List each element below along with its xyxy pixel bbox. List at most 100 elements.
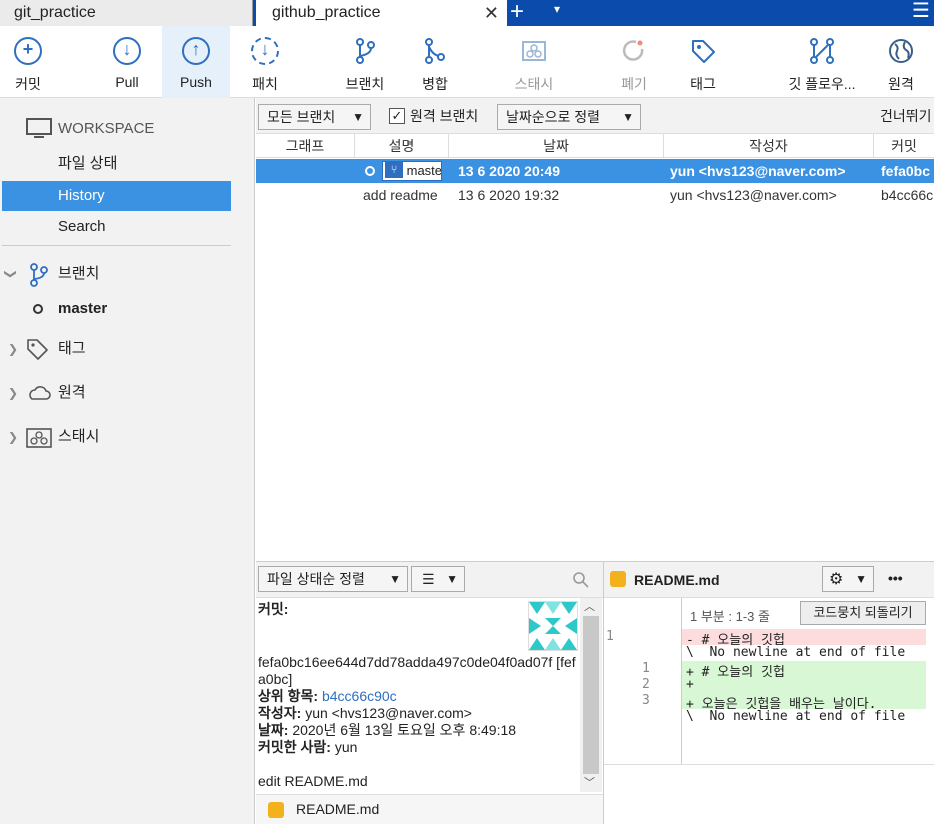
plus-circle-icon: + bbox=[14, 37, 42, 65]
commit-info: 커밋: fefa0bc16ee644d7dd78adda497c0de04f0a… bbox=[256, 598, 580, 792]
date-line: 날짜: 2020년 6월 13일 토요일 오후 8:49:18 bbox=[258, 722, 516, 739]
sidebar-section-label: 태그 bbox=[58, 340, 86, 357]
push-button[interactable]: ↑ Push bbox=[162, 26, 230, 98]
diff-line-added: 2 + bbox=[604, 677, 934, 693]
chevron-right-icon: ❯ bbox=[8, 342, 19, 356]
diff-settings-dropdown[interactable]: ⚙ ▼ bbox=[822, 566, 874, 592]
column-header-description[interactable]: 설명 bbox=[355, 134, 449, 158]
hunk-range: 1 부분 : 1-3 줄 bbox=[690, 609, 770, 624]
pull-button[interactable]: ↓ Pull bbox=[98, 26, 156, 98]
head-marker-icon bbox=[365, 166, 375, 176]
remote-branches-checkbox[interactable]: ✓ bbox=[389, 108, 405, 124]
committer-label: 커밋한 사람: bbox=[258, 739, 331, 755]
tag-icon bbox=[692, 40, 715, 63]
remote-button[interactable]: 원격 bbox=[876, 26, 926, 98]
stash-icon bbox=[522, 41, 546, 61]
merge-label: 병합 bbox=[422, 76, 448, 92]
commit-hash-full: fefa0bc16ee644d7dd78adda497c0de04f0ad07f… bbox=[258, 654, 576, 687]
sidebar-section-branches[interactable]: ❯ 브랜치 bbox=[0, 259, 255, 289]
sidebar: WORKSPACE 파일 상태 History Search ❯ 브랜치 mas… bbox=[0, 98, 255, 824]
menu-icon[interactable]: ☰ bbox=[912, 1, 930, 21]
parent-commit-link[interactable]: b4cc66c90c bbox=[322, 688, 397, 704]
column-header-graph[interactable]: 그래프 bbox=[256, 134, 355, 158]
tag-label: 태그 bbox=[690, 76, 716, 92]
details-toolbar: 파일 상태순 정렬 ▼ ☰ ▼ bbox=[256, 562, 603, 598]
git-flow-label: 깃 플로우... bbox=[788, 76, 856, 92]
scrollbar-thumb[interactable] bbox=[583, 616, 599, 774]
avatar bbox=[528, 601, 578, 651]
sidebar-section-label: 스태시 bbox=[58, 428, 100, 445]
dropdown-value: 파일 상태순 정렬 bbox=[267, 571, 365, 587]
commit-date: 13 6 2020 19:32 bbox=[458, 187, 560, 203]
commit-button[interactable]: + 커밋 bbox=[0, 26, 56, 98]
line-number-old: 1 bbox=[606, 629, 614, 644]
commit-details-panel: 파일 상태순 정렬 ▼ ☰ ▼ 커밋: fefa0bc16ee644d7dd78ad… bbox=[256, 561, 604, 824]
sidebar-item-label: 파일 상태 bbox=[58, 155, 118, 172]
date-label: 날짜: bbox=[258, 722, 289, 738]
tag-icon bbox=[27, 339, 48, 360]
details-scrollbar[interactable]: ︿ ﹀ bbox=[580, 598, 602, 792]
diff-line-added: 1 + # 오늘의 깃헙 bbox=[604, 661, 934, 680]
sidebar-section-tags[interactable]: ❯ 태그 bbox=[0, 334, 255, 364]
more-options-icon[interactable]: ••• bbox=[888, 570, 903, 586]
branch-button[interactable]: 브랜치 bbox=[334, 26, 396, 98]
hunk-header: 1 부분 : 1-3 줄 코드뭉치 되돌리기 bbox=[604, 598, 934, 628]
sidebar-item-file-status[interactable]: 파일 상태 bbox=[0, 149, 255, 179]
git-flow-button[interactable]: 깃 플로우... bbox=[778, 26, 866, 98]
sidebar-branch-master[interactable]: master bbox=[0, 294, 255, 324]
column-header-commit[interactable]: 커밋 bbox=[874, 134, 934, 158]
sidebar-item-label: Search bbox=[58, 218, 106, 235]
fetch-icon: ↓ bbox=[251, 37, 279, 65]
gear-icon: ⚙ bbox=[829, 571, 844, 588]
sidebar-section-label: 원격 bbox=[58, 384, 86, 401]
branch-label: 브랜치 bbox=[345, 76, 385, 92]
revert-hunk-button[interactable]: 코드뭉치 되돌리기 bbox=[800, 601, 926, 625]
parent-line: 상위 항목: b4cc66c90c bbox=[258, 688, 397, 705]
history-filter-bar: 모든 브랜치 ▼ ✓ 원격 브랜치 날짜순으로 정렬 ▼ 건너뛰기 bbox=[256, 98, 934, 134]
column-header-date[interactable]: 날짜 bbox=[449, 134, 664, 158]
discard-button[interactable]: 폐기 bbox=[606, 26, 662, 98]
branch-filter-dropdown[interactable]: 모든 브랜치 ▼ bbox=[258, 104, 371, 130]
tab-git-practice[interactable]: git_practice bbox=[0, 0, 253, 26]
sidebar-item-history[interactable]: History bbox=[2, 181, 231, 211]
close-icon[interactable]: ✕ bbox=[484, 0, 499, 26]
view-mode-dropdown[interactable]: ☰ ▼ bbox=[411, 566, 465, 592]
stash-button[interactable]: 스태시 bbox=[502, 26, 566, 98]
jump-to-link[interactable]: 건너뛰기 bbox=[880, 106, 932, 126]
line-number-new: 2 bbox=[642, 677, 650, 692]
sidebar-section-remotes[interactable]: ❯ 원격 bbox=[0, 378, 255, 408]
diff-line-added: 3 + 오늘은 깃헙을 배우는 날이다. bbox=[604, 693, 934, 712]
branch-label-badge: ⑂ master bbox=[382, 161, 442, 181]
new-tab-icon[interactable]: + bbox=[510, 0, 524, 24]
arrow-down-circle-icon: ↓ bbox=[113, 37, 141, 65]
diff-line-text: \ No newline at end of file bbox=[686, 645, 906, 660]
globe-icon bbox=[889, 39, 913, 63]
tab-label: git_practice bbox=[14, 4, 96, 21]
column-header-author[interactable]: 작성자 bbox=[664, 134, 874, 158]
author-line: 작성자: yun <hvs123@naver.com> bbox=[258, 705, 472, 722]
diff-header: README.md ⚙ ▼ ••• bbox=[604, 562, 934, 598]
tab-label: github_practice bbox=[272, 4, 381, 21]
tab-dropdown-icon[interactable]: ▾ bbox=[554, 2, 560, 16]
commit-row[interactable]: ⑂ master 13 6 2020 20:49 yun <hvs123@nav… bbox=[256, 159, 934, 183]
sidebar-section-stashes[interactable]: ❯ 스태시 bbox=[0, 422, 255, 452]
stash-label: 스태시 bbox=[514, 76, 554, 92]
search-icon[interactable] bbox=[572, 571, 590, 589]
file-sort-dropdown[interactable]: 파일 상태순 정렬 ▼ bbox=[258, 566, 408, 592]
merge-button[interactable]: 병합 bbox=[408, 26, 462, 98]
commit-row[interactable]: add readme 13 6 2020 19:32 yun <hvs123@n… bbox=[256, 183, 934, 207]
changed-file-row[interactable]: README.md bbox=[256, 794, 603, 824]
tag-button[interactable]: 태그 bbox=[672, 26, 734, 98]
tab-github-practice[interactable]: github_practice ✕ bbox=[256, 0, 507, 26]
pull-label: Pull bbox=[115, 74, 139, 90]
identicon bbox=[529, 602, 577, 650]
fetch-button[interactable]: ↓ 패치 bbox=[236, 26, 294, 98]
arrow-up-circle-icon: ↑ bbox=[182, 37, 210, 65]
sidebar-item-search[interactable]: Search bbox=[0, 212, 255, 242]
sort-dropdown[interactable]: 날짜순으로 정렬 ▼ bbox=[497, 104, 641, 130]
scroll-down-icon[interactable]: ﹀ bbox=[584, 774, 595, 790]
scroll-up-icon[interactable]: ︿ bbox=[584, 598, 595, 614]
git-flow-icon bbox=[810, 38, 834, 64]
diff-bottom-divider bbox=[604, 764, 934, 765]
commit-author: yun <hvs123@naver.com> bbox=[670, 163, 846, 179]
